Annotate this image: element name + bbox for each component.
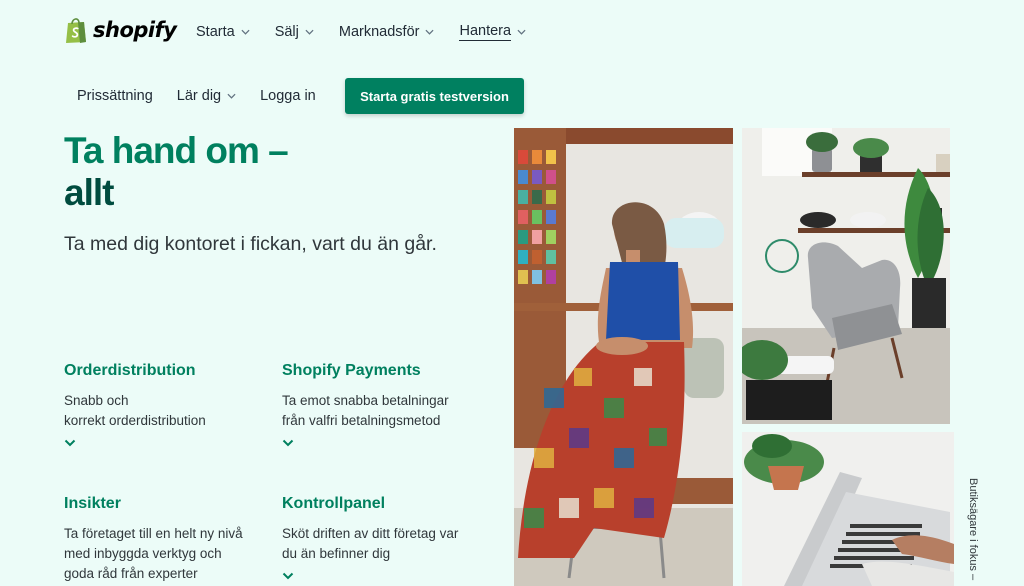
login-link[interactable]: Logga in bbox=[260, 88, 316, 104]
nav-label: Marknadsför bbox=[338, 24, 420, 40]
chevron-down-icon bbox=[425, 29, 435, 35]
laptop-illustration bbox=[742, 432, 954, 586]
chevron-down-icon bbox=[241, 29, 250, 35]
secondary-navigation: Prissättning Lär dig Logga in bbox=[77, 88, 340, 104]
main-navigation: Starta Sälj Marknadsför Hantera bbox=[196, 23, 551, 41]
shopping-bag-icon bbox=[66, 18, 86, 43]
nav-salj[interactable]: Sälj bbox=[275, 23, 314, 41]
nav-starta[interactable]: Starta bbox=[196, 23, 250, 41]
hero-title-line-2: allt bbox=[64, 172, 114, 213]
nav-label: Sälj bbox=[274, 24, 299, 40]
side-label: Butiksägare i fokus – bbox=[967, 478, 979, 581]
feature-orderdistribution: Orderdistribution Snabb och korrekt orde… bbox=[64, 362, 264, 447]
chevron-down-icon bbox=[305, 29, 314, 35]
chevron-down-icon[interactable] bbox=[282, 572, 294, 580]
feature-description: Ta emot snabba betalningar från valfri b… bbox=[282, 393, 449, 428]
nav-marknadsfor[interactable]: Marknadsför bbox=[339, 23, 435, 41]
shop-owner-photo bbox=[514, 128, 733, 586]
interior-photo bbox=[742, 128, 950, 424]
feature-description: Ta företaget till en helt ny nivå med in… bbox=[64, 526, 243, 581]
feature-insikter: Insikter Ta företaget till en helt ny ni… bbox=[64, 495, 264, 584]
hero-title-line-1: Ta hand om – bbox=[64, 130, 289, 171]
chevron-down-icon[interactable] bbox=[282, 439, 294, 447]
start-free-trial-button[interactable]: Starta gratis testversion bbox=[345, 78, 524, 114]
interior-illustration bbox=[742, 128, 950, 424]
nav-hantera[interactable]: Hantera bbox=[459, 23, 526, 41]
feature-shopify-payments: Shopify Payments Ta emot snabba betalnin… bbox=[282, 362, 482, 447]
nav-label: Hantera bbox=[459, 23, 512, 41]
chevron-down-icon bbox=[227, 93, 236, 99]
feature-title[interactable]: Kontrollpanel bbox=[282, 495, 482, 513]
shop-owner-illustration bbox=[514, 128, 733, 586]
shopify-logo[interactable]: shopify bbox=[64, 16, 177, 44]
learn-label: Lär dig bbox=[176, 88, 222, 104]
logo-wordmark: shopify bbox=[93, 18, 177, 42]
feature-description: Snabb och korrekt orderdistribution bbox=[64, 393, 206, 428]
feature-title[interactable]: Shopify Payments bbox=[282, 362, 482, 380]
feature-description: Sköt driften av ditt företag var du än b… bbox=[282, 526, 459, 561]
feature-title[interactable]: Orderdistribution bbox=[64, 362, 264, 380]
learn-menu[interactable]: Lär dig bbox=[177, 88, 236, 104]
feature-title[interactable]: Insikter bbox=[64, 495, 264, 513]
pricing-link[interactable]: Prissättning bbox=[77, 88, 153, 104]
feature-kontrollpanel: Kontrollpanel Sköt driften av ditt föret… bbox=[282, 495, 482, 580]
chevron-down-icon bbox=[517, 29, 526, 35]
nav-label: Starta bbox=[196, 24, 235, 40]
hero-subtitle: Ta med dig kontoret i fickan, vart du än… bbox=[64, 233, 437, 255]
laptop-photo bbox=[742, 432, 954, 586]
hero-title: Ta hand om – allt bbox=[64, 130, 464, 214]
chevron-down-icon[interactable] bbox=[64, 439, 76, 447]
